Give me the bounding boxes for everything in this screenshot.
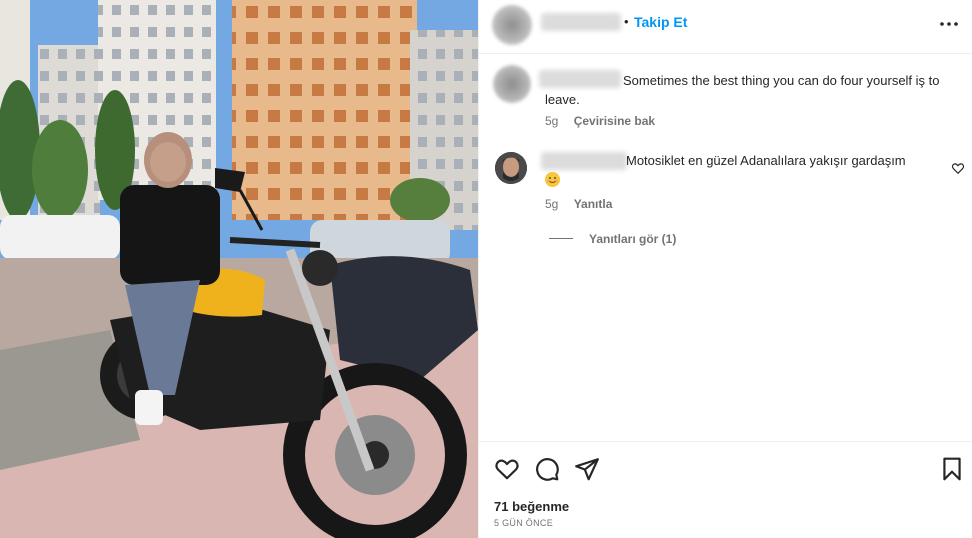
comment-heart-outline-icon[interactable] <box>951 161 965 175</box>
post-date: 5 GÜN ÖNCE <box>494 518 554 528</box>
caption-author-avatar[interactable] <box>493 65 531 103</box>
more-horizontal-icon[interactable] <box>937 12 961 36</box>
heart-outline-icon[interactable] <box>494 456 520 482</box>
comment-age: 5g <box>545 197 559 211</box>
smiling-face-emoji <box>545 172 560 187</box>
follow-button[interactable]: Takip Et <box>634 14 687 30</box>
caption-age: 5g <box>545 114 559 128</box>
author-username-blurred[interactable] <box>541 13 621 31</box>
author-avatar[interactable] <box>492 5 532 45</box>
bookmark-icon[interactable] <box>939 456 965 482</box>
separator-dot: • <box>624 14 629 29</box>
post-actions: 71 beğenme 5 GÜN ÖNCE <box>479 441 972 538</box>
post-header: • Takip Et <box>479 0 972 54</box>
post-side-panel: • Takip Et Sometimes the best thing you … <box>478 0 972 538</box>
avatar-photo <box>495 152 527 184</box>
caption-text: Sometimes the best thing you can do four… <box>545 73 940 107</box>
reply-button[interactable]: Yanıtla <box>574 197 613 211</box>
motorcycle-photo <box>0 0 478 538</box>
post-photo[interactable] <box>0 0 478 538</box>
likes-count[interactable]: 71 beğenme <box>494 499 569 514</box>
view-replies-button[interactable]: Yanıtları gör (1) <box>589 232 676 246</box>
caption-meta: 5g Çevirisine bak <box>545 114 655 128</box>
commenter-username-blurred[interactable] <box>541 152 627 170</box>
comment-icon[interactable] <box>534 456 560 482</box>
translate-button[interactable]: Çevirisine bak <box>574 114 655 128</box>
commenter-avatar[interactable] <box>495 152 527 184</box>
replies-divider <box>549 238 573 239</box>
share-icon[interactable] <box>574 456 600 482</box>
comment-text: Motosiklet en güzel Adanalılara yakışır … <box>626 153 906 168</box>
comment-meta: 5g Yanıtla <box>545 197 612 211</box>
